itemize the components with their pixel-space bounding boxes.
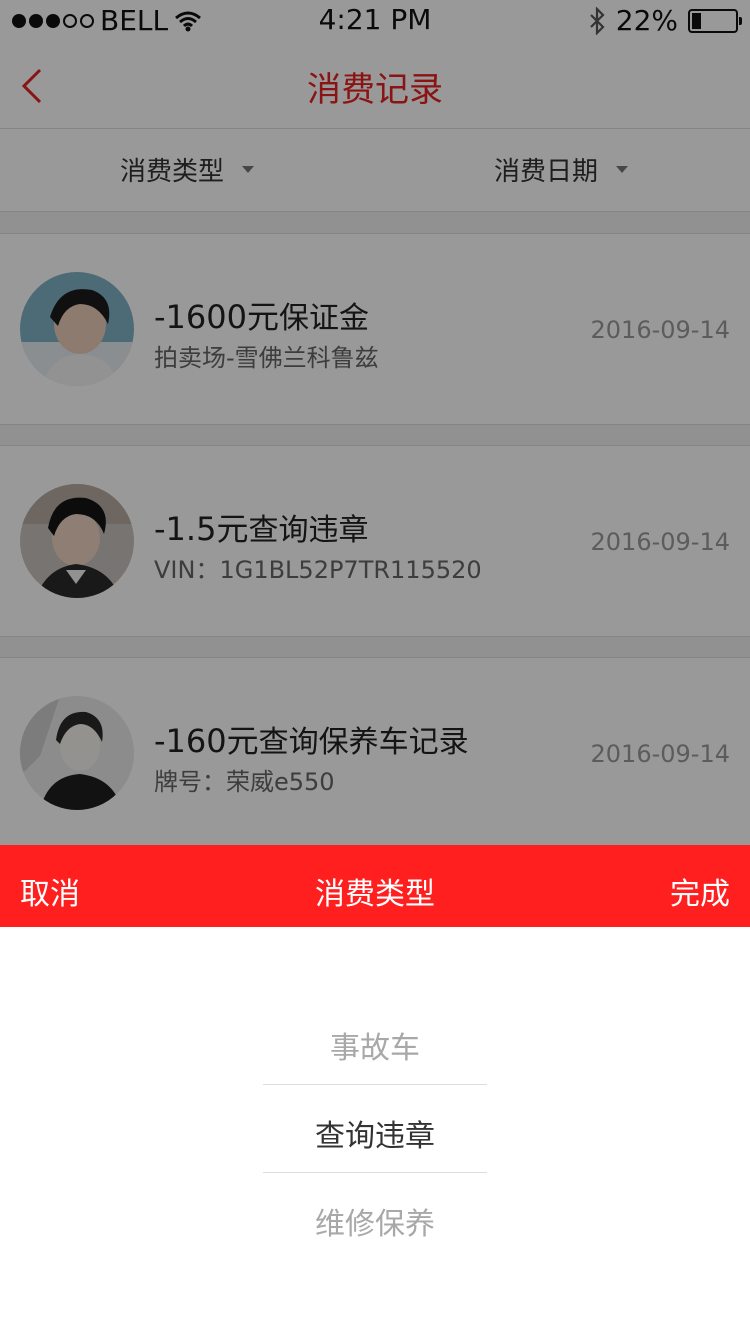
selection-divider-top <box>263 1084 487 1085</box>
done-button[interactable]: 完成 <box>670 869 730 913</box>
picker-option-selected[interactable]: 查询违章 <box>0 1111 750 1155</box>
consumption-records-page: BELL 4:21 PM 22% 消费记录 消费类型 消费日期 -1600元保证… <box>0 0 750 849</box>
modal-dim-overlay[interactable] <box>0 0 750 845</box>
consumption-type-picker[interactable]: 事故车 查询违章 维修保养 <box>0 927 750 1334</box>
picker-option[interactable]: 维修保养 <box>0 1199 750 1243</box>
picker-title: 消费类型 <box>315 877 435 912</box>
picker-toolbar: 取消 消费类型 完成 <box>0 845 750 927</box>
picker-option[interactable]: 事故车 <box>0 1023 750 1067</box>
selection-divider-bottom <box>263 1172 487 1173</box>
